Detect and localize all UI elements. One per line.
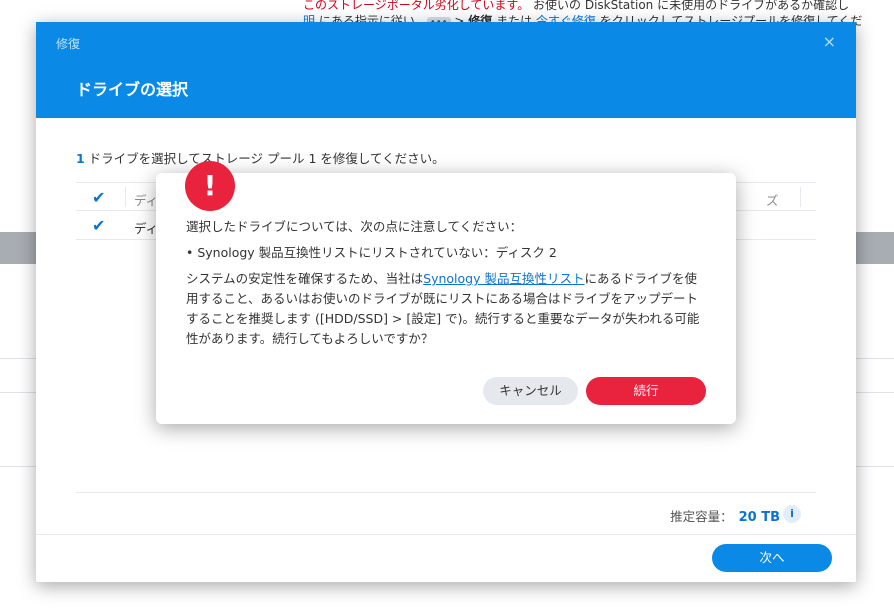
column-header-size[interactable]: ズ [766, 190, 779, 209]
row-checkbox[interactable]: ✔ [92, 218, 108, 234]
warning-intro: 選択したドライブについては、次の点に注意してください： [186, 219, 523, 234]
close-icon[interactable]: × [823, 32, 836, 52]
next-button[interactable]: 次へ [712, 544, 832, 572]
warning-bullet: • Synology 製品互換性リストにリストされていない：ディスク 2 [186, 245, 557, 260]
dialog-header: 修復 × ドライブの選択 [36, 22, 856, 118]
dialog-title: ドライブの選択 [76, 80, 189, 99]
capacity-divider [76, 492, 816, 493]
warning-paragraph: システムの安定性を確保するため、当社はSynology 製品互換性リストにあるド… [186, 269, 708, 349]
background-warning-text: このストレージポータル劣化しています。 [303, 0, 530, 12]
column-divider [800, 187, 801, 207]
warning-body: 選択したドライブについては、次の点に注意してください： • Synology 製… [186, 217, 708, 355]
warning-icon: ! [185, 161, 235, 211]
continue-button[interactable]: 続行 [586, 377, 706, 405]
instruction-text: 1 ドライブを選択してストレージ プール 1 を修復してください。 [76, 148, 445, 167]
background-info-text: お使いの DiskStation に未使用のドライブがあるか確認し [529, 0, 850, 12]
compatibility-warning-dialog: ! 選択したドライブについては、次の点に注意してください： • Synology… [156, 161, 736, 424]
estimated-capacity: 推定容量： 20 TB [670, 506, 780, 525]
capacity-value: 20 TB [738, 510, 780, 525]
dialog-small-title: 修復 [56, 37, 81, 51]
column-divider [125, 187, 126, 207]
capacity-label: 推定容量： [670, 509, 733, 524]
footer-divider [36, 534, 856, 535]
instruction-count: 1 [76, 151, 85, 166]
compatibility-list-link[interactable]: Synology 製品互換性リスト [423, 271, 584, 286]
info-icon[interactable]: i [783, 505, 801, 523]
drive-name-cell: ディ [134, 221, 159, 236]
instruction-label: ドライブを選択してストレージ プール 1 を修復してください。 [84, 151, 445, 166]
column-header-drive[interactable]: ディ [134, 190, 158, 209]
warning-text: システムの安定性を確保するため、当社は [186, 271, 424, 286]
cancel-button[interactable]: キャンセル [483, 377, 578, 405]
select-all-checkbox[interactable]: ✔ [92, 190, 108, 206]
